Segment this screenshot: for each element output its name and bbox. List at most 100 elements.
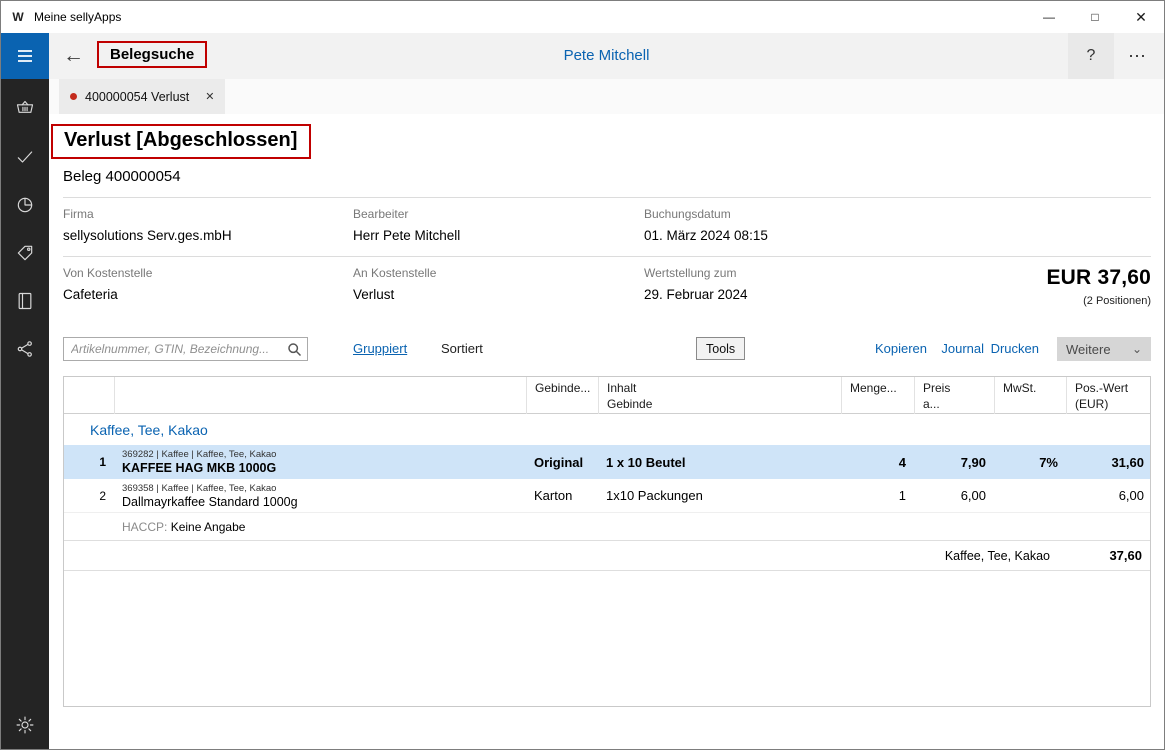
field-value: 01. März 2024 08:15 bbox=[644, 228, 974, 243]
cell-mwst bbox=[994, 494, 1066, 498]
app-logo-icon: W bbox=[10, 10, 26, 24]
sidebar bbox=[1, 79, 49, 749]
field-value: Cafeteria bbox=[63, 287, 353, 302]
field-value: sellysolutions Serv.ges.mbH bbox=[63, 228, 353, 243]
sorted-toggle[interactable]: Sortiert bbox=[441, 341, 483, 356]
header-pos-wert[interactable]: Pos.-Wert (EUR) bbox=[1066, 377, 1151, 414]
info-row-1: Firma sellysolutions Serv.ges.mbH Bearbe… bbox=[63, 198, 1151, 256]
sidebar-item-cart[interactable] bbox=[1, 85, 49, 133]
haccp-attribute-row: HACCP: Keine Angabe bbox=[64, 513, 1150, 541]
document-tab[interactable]: 400000054 Verlust ✕ bbox=[59, 79, 225, 114]
field-label: Wertstellung zum bbox=[644, 266, 974, 280]
app-window: W Meine sellyApps — □ ✕ ← Belegsuche Pet… bbox=[0, 0, 1165, 750]
cell-inhalt: 1x10 Packungen bbox=[598, 486, 841, 505]
field-label: Buchungsdatum bbox=[644, 207, 974, 221]
info-row-2: Von Kostenstelle Cafeteria An Kostenstel… bbox=[63, 257, 1151, 320]
sidebar-item-tasks[interactable] bbox=[1, 133, 49, 181]
row-number: 1 bbox=[64, 453, 114, 471]
search-icon[interactable] bbox=[287, 342, 302, 357]
pie-chart-icon bbox=[15, 195, 35, 215]
article-name: Dallmayrkaffee Standard 1000g bbox=[122, 495, 518, 509]
user-name[interactable]: Pete Mitchell bbox=[49, 33, 1164, 79]
grouped-toggle[interactable]: Gruppiert bbox=[353, 341, 407, 356]
app-header: ← Belegsuche Pete Mitchell ? ⋯ bbox=[1, 33, 1164, 79]
tab-close-icon[interactable]: ✕ bbox=[205, 90, 214, 103]
cell-wert: 6,00 bbox=[1066, 486, 1151, 505]
field-von-kostenstelle: Von Kostenstelle Cafeteria bbox=[63, 266, 353, 307]
article-description: 369358 | Kaffee | Kaffee, Tee, Kakao Dal… bbox=[114, 481, 526, 511]
header-line: Gebinde bbox=[607, 397, 833, 413]
row-number: 2 bbox=[64, 487, 114, 505]
help-button[interactable]: ? bbox=[1068, 33, 1114, 79]
table-header-row: Gebinde... Inhalt Gebinde Menge... Preis… bbox=[64, 377, 1150, 414]
copy-link[interactable]: Kopieren bbox=[875, 341, 927, 356]
header-inhalt-gebinde[interactable]: Inhalt Gebinde bbox=[598, 377, 841, 414]
minimize-button[interactable]: — bbox=[1026, 1, 1072, 33]
sidebar-item-share[interactable] bbox=[1, 325, 49, 373]
header-mwst[interactable]: MwSt. bbox=[994, 377, 1066, 414]
document-content: Verlust [Abgeschlossen] Beleg 400000054 … bbox=[49, 114, 1164, 707]
table-row[interactable]: 1 369282 | Kaffee | Kaffee, Tee, Kakao K… bbox=[64, 445, 1150, 479]
article-meta: 369282 | Kaffee | Kaffee, Tee, Kakao bbox=[122, 449, 518, 460]
positions-table: Gebinde... Inhalt Gebinde Menge... Preis… bbox=[63, 376, 1151, 707]
cell-gebinde: Karton bbox=[526, 486, 598, 505]
sidebar-item-settings[interactable] bbox=[1, 701, 49, 749]
window-title: Meine sellyApps bbox=[34, 10, 121, 24]
more-actions-button[interactable]: Weitere ⌄ bbox=[1057, 337, 1151, 361]
tag-icon bbox=[15, 243, 35, 263]
header-num bbox=[64, 377, 114, 414]
print-link[interactable]: Drucken bbox=[991, 341, 1039, 356]
field-bearbeiter: Bearbeiter Herr Pete Mitchell bbox=[353, 207, 644, 243]
footer-group-label: Kaffee, Tee, Kakao bbox=[64, 549, 1064, 563]
main-area: 400000054 Verlust ✕ Verlust [Abgeschloss… bbox=[49, 79, 1164, 749]
field-label: Von Kostenstelle bbox=[63, 266, 353, 280]
sidebar-item-reports[interactable] bbox=[1, 181, 49, 229]
sidebar-item-labels[interactable] bbox=[1, 229, 49, 277]
total-amount: EUR 37,60 bbox=[974, 266, 1151, 290]
field-label: Firma bbox=[63, 207, 353, 221]
sidebar-item-journal[interactable] bbox=[1, 277, 49, 325]
table-row[interactable]: 2 369358 | Kaffee | Kaffee, Tee, Kakao D… bbox=[64, 479, 1150, 513]
title-bar: W Meine sellyApps — □ ✕ bbox=[1, 1, 1164, 33]
cell-preis: 6,00 bbox=[914, 486, 994, 505]
header-preis[interactable]: Preis a... bbox=[914, 377, 994, 414]
header-line: a... bbox=[923, 397, 986, 413]
group-header: Kaffee, Tee, Kakao bbox=[64, 414, 1150, 445]
haccp-label: HACCP: bbox=[122, 520, 167, 534]
hamburger-icon bbox=[15, 46, 35, 66]
header-gebinde[interactable]: Gebinde... bbox=[526, 377, 598, 414]
article-meta: 369358 | Kaffee | Kaffee, Tee, Kakao bbox=[122, 483, 518, 494]
tools-button[interactable]: Tools bbox=[696, 337, 745, 360]
haccp-text: HACCP: Keine Angabe bbox=[114, 520, 1150, 534]
header-description bbox=[114, 377, 526, 414]
article-search[interactable] bbox=[63, 337, 308, 361]
field-firma: Firma sellysolutions Serv.ges.mbH bbox=[63, 207, 353, 243]
header-line: (EUR) bbox=[1075, 397, 1144, 413]
search-input[interactable] bbox=[64, 338, 307, 360]
cell-wert: 31,60 bbox=[1066, 453, 1151, 472]
document-title: Verlust [Abgeschlossen] bbox=[51, 124, 311, 159]
field-an-kostenstelle: An Kostenstelle Verlust bbox=[353, 266, 644, 307]
field-label: An Kostenstelle bbox=[353, 266, 644, 280]
settings-gear-icon bbox=[15, 715, 35, 735]
close-button[interactable]: ✕ bbox=[1118, 1, 1164, 33]
journal-link[interactable]: Journal bbox=[941, 341, 984, 356]
header-more-button[interactable]: ⋯ bbox=[1114, 33, 1160, 79]
field-value: Verlust bbox=[353, 287, 644, 302]
cell-mwst: 7% bbox=[994, 453, 1066, 472]
cell-preis: 7,90 bbox=[914, 453, 994, 472]
maximize-button[interactable]: □ bbox=[1072, 1, 1118, 33]
header-menge[interactable]: Menge... bbox=[841, 377, 914, 414]
header-line: Pos.-Wert bbox=[1075, 381, 1144, 397]
checkmark-icon bbox=[15, 147, 35, 167]
total-positions: (2 Positionen) bbox=[974, 295, 1151, 307]
cell-gebinde: Original bbox=[526, 453, 598, 472]
window-controls: — □ ✕ bbox=[1026, 1, 1164, 33]
field-wertstellung: Wertstellung zum 29. Februar 2024 bbox=[644, 266, 974, 307]
cell-menge: 4 bbox=[841, 453, 914, 472]
group-footer-row: Kaffee, Tee, Kakao 37,60 bbox=[64, 541, 1150, 571]
journal-book-icon bbox=[15, 291, 35, 311]
share-icon bbox=[15, 339, 35, 359]
hamburger-menu-button[interactable] bbox=[1, 33, 49, 79]
cell-menge: 1 bbox=[841, 486, 914, 505]
